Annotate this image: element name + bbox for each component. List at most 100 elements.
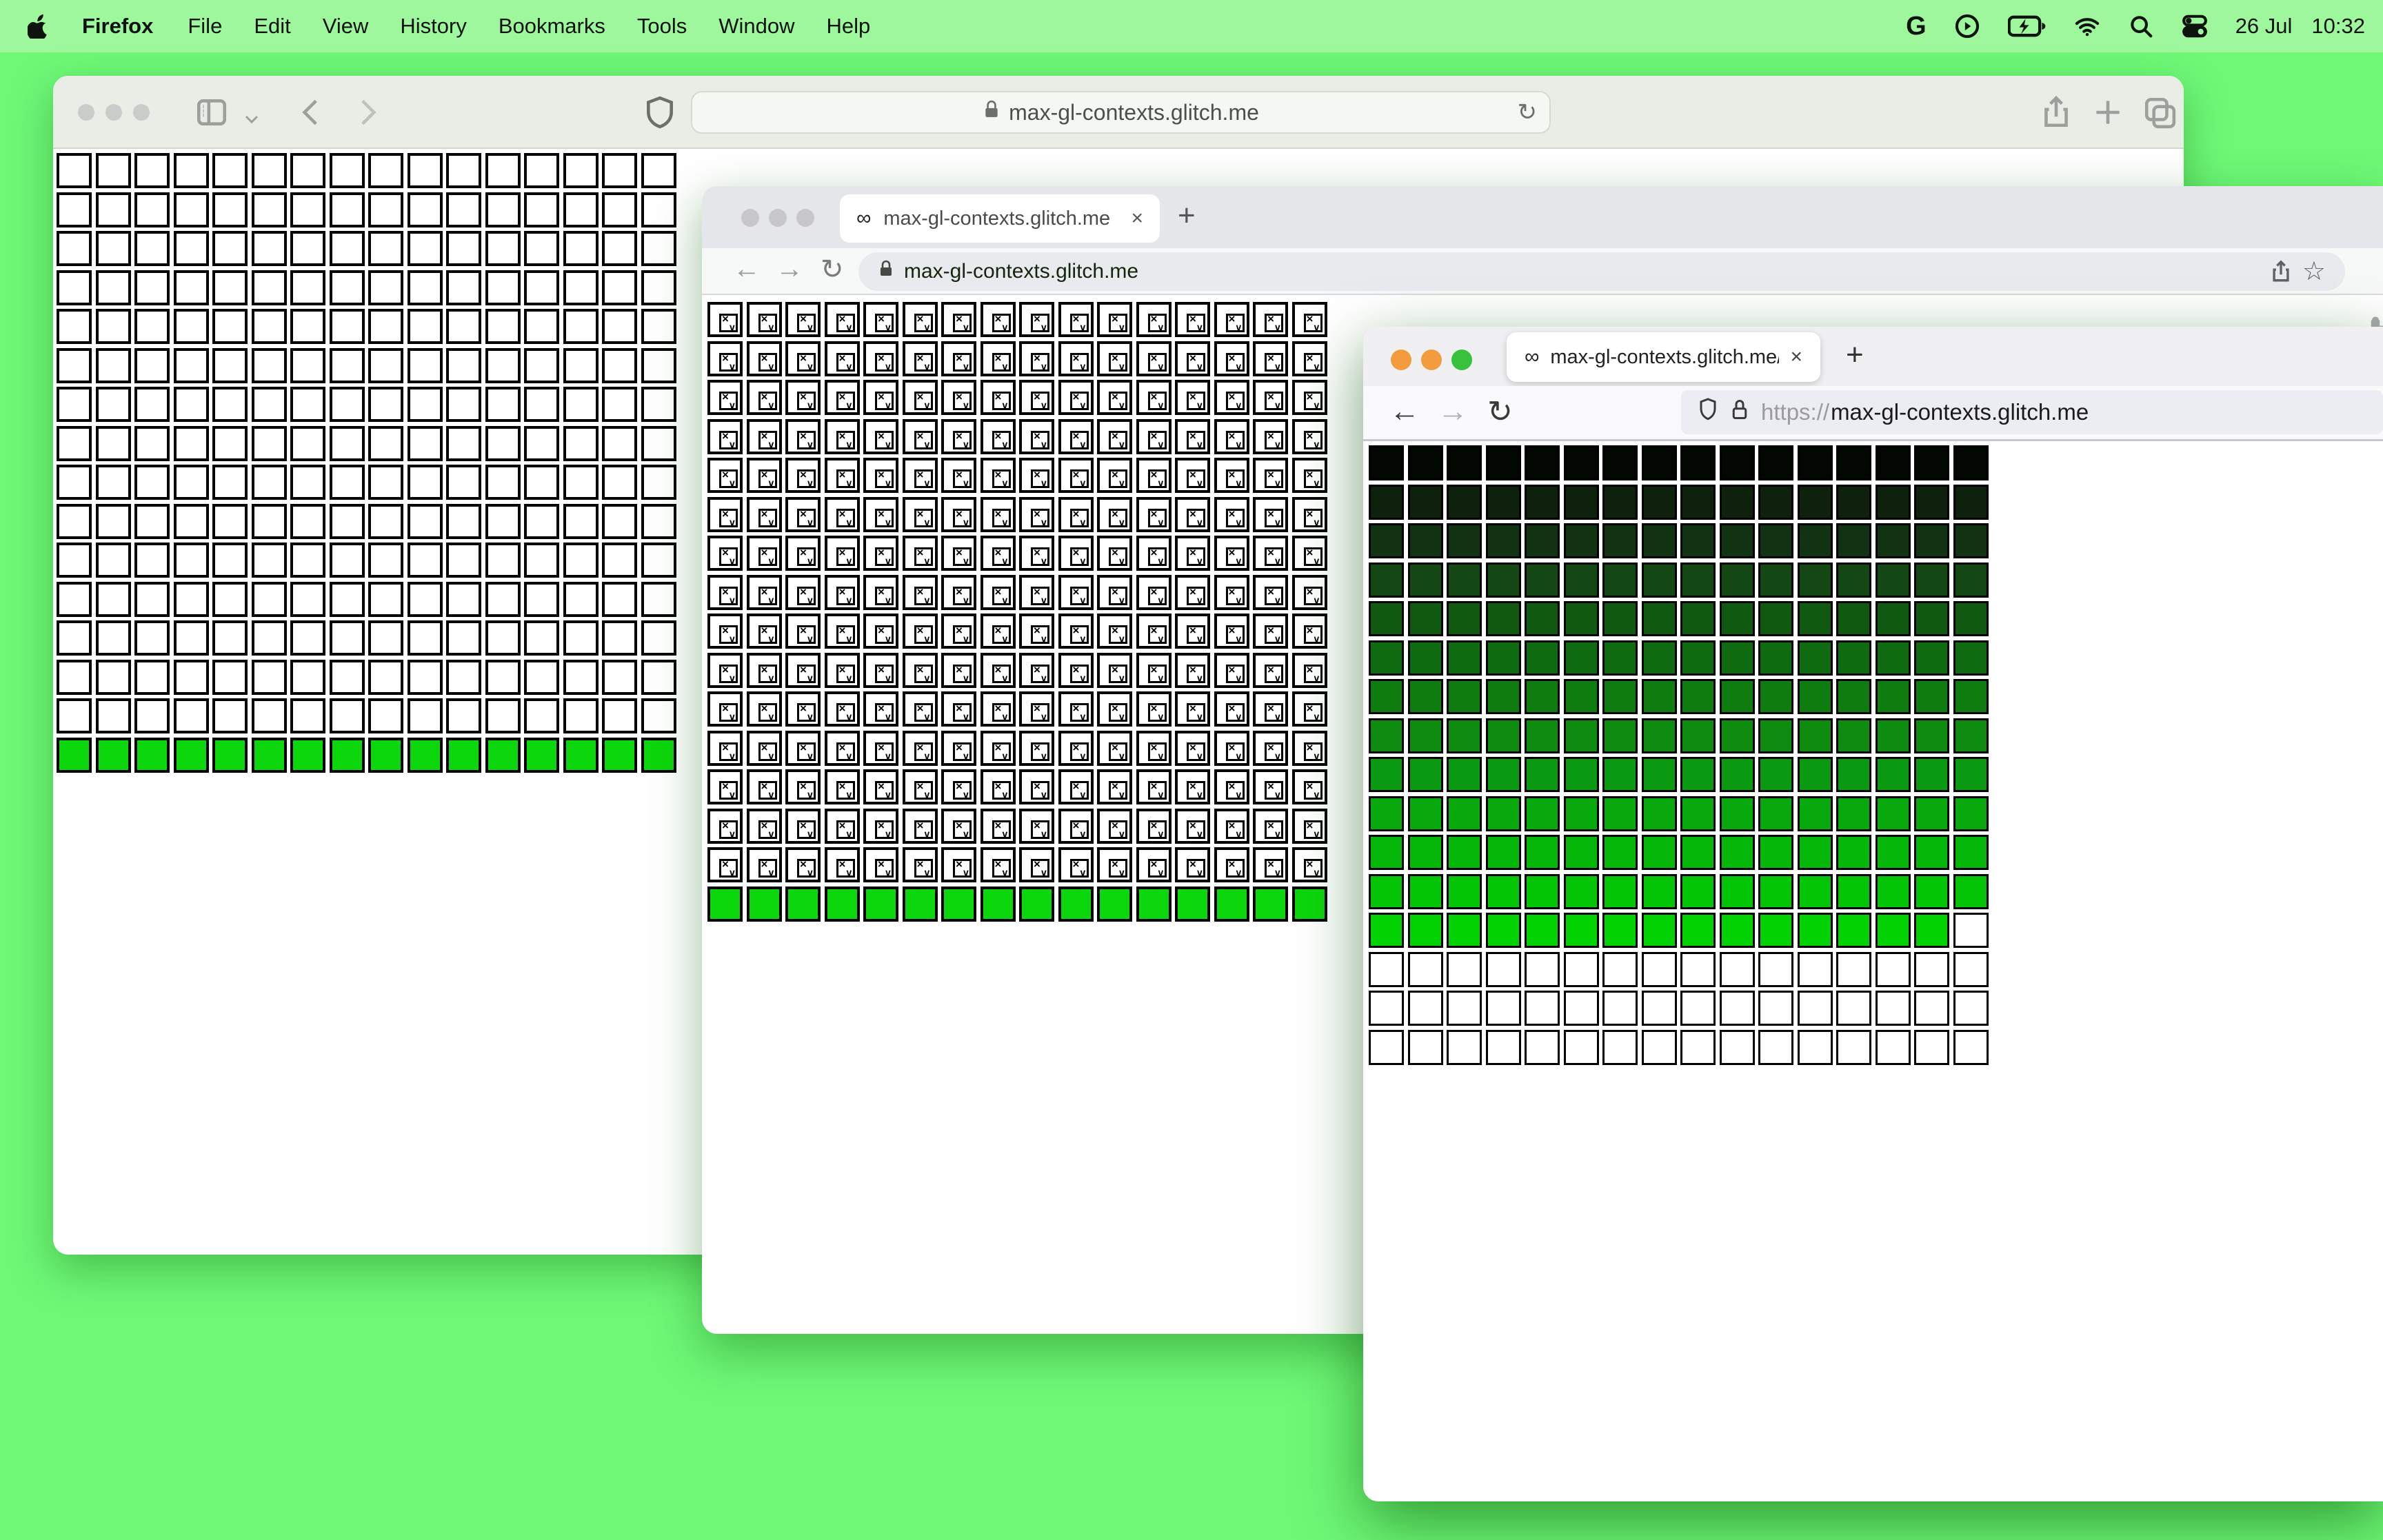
tab-max-gl-contexts[interactable]: ∞ max-gl-contexts.glitch.me/ × <box>1507 332 1820 382</box>
menu-item-file[interactable]: File <box>172 14 238 38</box>
broken-image-icon: × ∨ <box>1109 430 1127 449</box>
tab-max-gl-contexts[interactable]: ∞ max-gl-contexts.glitch.me × <box>840 194 1160 243</box>
star-icon[interactable]: ☆ <box>2302 259 2326 285</box>
close-button[interactable] <box>78 104 94 121</box>
broken-image-cell: × ∨ <box>902 652 938 688</box>
broken-image-icon: × ∨ <box>1225 586 1245 605</box>
broken-image-icon: × ∨ <box>1303 742 1323 761</box>
new-tab-button[interactable]: + <box>1178 199 1196 233</box>
webgl-cell-empty <box>1641 991 1677 1026</box>
forward-icon[interactable] <box>350 95 384 130</box>
webgl-cell-empty <box>1719 991 1755 1026</box>
broken-image-icon: × ∨ <box>875 586 894 605</box>
webgl-cell-filled <box>1680 835 1716 870</box>
chevron-down-icon[interactable] <box>241 102 263 136</box>
menu-item-history[interactable]: History <box>384 14 482 38</box>
webgl-cell-empty <box>329 192 365 227</box>
close-button[interactable] <box>1391 349 1411 370</box>
webgl-cell-empty <box>212 465 248 500</box>
share-icon[interactable] <box>2039 95 2073 130</box>
menu-item-bookmarks[interactable]: Bookmarks <box>483 14 621 38</box>
menu-item-tools[interactable]: Tools <box>621 14 703 38</box>
zoom-button[interactable] <box>796 209 814 227</box>
address-bar[interactable]: max-gl-contexts.glitch.me ↻ <box>691 91 1551 134</box>
menu-bar-clock[interactable]: 10:32 <box>2311 14 2365 39</box>
webgl-cell-filled <box>1563 445 1599 480</box>
back-icon[interactable]: ← <box>1389 394 1420 429</box>
sidebar-icon[interactable] <box>194 95 229 130</box>
control-center-icon[interactable] <box>2182 13 2208 39</box>
new-tab-button[interactable]: + <box>1846 338 1864 372</box>
shield-icon[interactable] <box>1698 397 1718 427</box>
apple-menu-icon[interactable] <box>27 14 48 41</box>
webgl-cell-filled <box>1680 718 1716 753</box>
broken-image-icon: × ∨ <box>1147 702 1167 722</box>
share-icon[interactable] <box>2269 260 2293 283</box>
zoom-button[interactable] <box>1451 349 1472 370</box>
webgl-cell-empty <box>173 465 209 500</box>
webgl-cell-empty <box>368 698 403 733</box>
webgl-cell-empty <box>407 543 443 578</box>
webgl-cell-empty <box>602 153 637 188</box>
webgl-cell-empty <box>251 698 287 733</box>
webgl-cell-empty <box>290 620 325 656</box>
forward-icon[interactable]: → <box>1438 394 1468 429</box>
webgl-cell-filled <box>1797 835 1833 870</box>
address-bar[interactable]: max-gl-contexts.glitch.me ☆ <box>858 252 2345 291</box>
battery-icon[interactable] <box>2007 13 2047 39</box>
close-button[interactable] <box>741 209 759 227</box>
close-tab-icon[interactable]: × <box>1790 345 1802 369</box>
broken-image-cell: × ∨ <box>902 730 938 766</box>
address-bar[interactable]: https:// max-gl-contexts.glitch.me <box>1681 390 2383 434</box>
broken-image-icon: × ∨ <box>719 352 738 372</box>
broken-image-icon: × ∨ <box>1303 391 1323 410</box>
broken-image-icon: × ∨ <box>758 702 777 722</box>
minimize-button[interactable] <box>769 209 787 227</box>
menu-item-help[interactable]: Help <box>811 14 887 38</box>
back-icon[interactable]: ← <box>733 254 761 285</box>
webgl-cell-empty <box>1407 991 1443 1026</box>
firefox-tab-bar[interactable]: ∞ max-gl-contexts.glitch.me/ × + <box>1363 327 2383 386</box>
new-tab-icon[interactable] <box>2091 95 2125 130</box>
menu-item-window[interactable]: Window <box>703 14 810 38</box>
back-icon[interactable] <box>294 95 329 130</box>
broken-image-cell: × ∨ <box>1058 847 1094 882</box>
menu-item-firefox[interactable]: Firefox <box>66 14 172 38</box>
broken-image-cell: × ∨ <box>980 730 1016 766</box>
forward-icon[interactable]: → <box>776 254 803 285</box>
play-icon[interactable] <box>1954 13 1980 39</box>
broken-image-cell: × ∨ <box>863 536 898 571</box>
broken-image-icon: × ∨ <box>1069 508 1089 527</box>
broken-image-cell: × ∨ <box>1097 614 1132 649</box>
google-icon[interactable]: G <box>1906 12 1927 41</box>
reload-icon[interactable]: ↻ <box>1487 394 1513 429</box>
webgl-cell-filled <box>1447 445 1482 480</box>
webgl-cell-empty <box>290 153 325 188</box>
webgl-cell-empty <box>407 270 443 305</box>
reload-icon[interactable]: ↻ <box>821 254 844 285</box>
safari-toolbar[interactable]: max-gl-contexts.glitch.me ↻ <box>53 76 2184 149</box>
zoom-button[interactable] <box>133 104 150 121</box>
broken-image-icon: × ∨ <box>758 586 777 605</box>
shield-icon[interactable] <box>643 95 677 130</box>
wifi-icon[interactable] <box>2074 13 2100 39</box>
minimize-button[interactable] <box>1421 349 1442 370</box>
search-icon[interactable] <box>2128 13 2154 39</box>
broken-image-icon: × ∨ <box>758 664 777 683</box>
menu-bar-date[interactable]: 26 Jul <box>2235 14 2293 39</box>
reload-icon[interactable]: ↻ <box>1518 99 1538 126</box>
menu-item-view[interactable]: View <box>307 14 385 38</box>
close-tab-icon[interactable]: × <box>1131 207 1143 230</box>
tabs-overview-icon[interactable] <box>2142 95 2177 130</box>
chrome-tab-bar[interactable]: ∞ max-gl-contexts.glitch.me × + <box>702 186 2383 248</box>
webgl-cell-empty <box>57 270 92 305</box>
broken-image-cell: × ∨ <box>1291 458 1327 493</box>
webgl-cell-filled <box>1836 562 1871 598</box>
broken-image-cell: × ∨ <box>746 536 782 571</box>
minimize-button[interactable] <box>105 104 122 121</box>
menu-item-edit[interactable]: Edit <box>238 14 306 38</box>
tab-title: max-gl-contexts.glitch.me <box>883 207 1111 230</box>
broken-image-icon: × ∨ <box>1031 430 1049 449</box>
webgl-cell-filled <box>1214 886 1249 922</box>
lock-icon[interactable] <box>1729 397 1750 427</box>
